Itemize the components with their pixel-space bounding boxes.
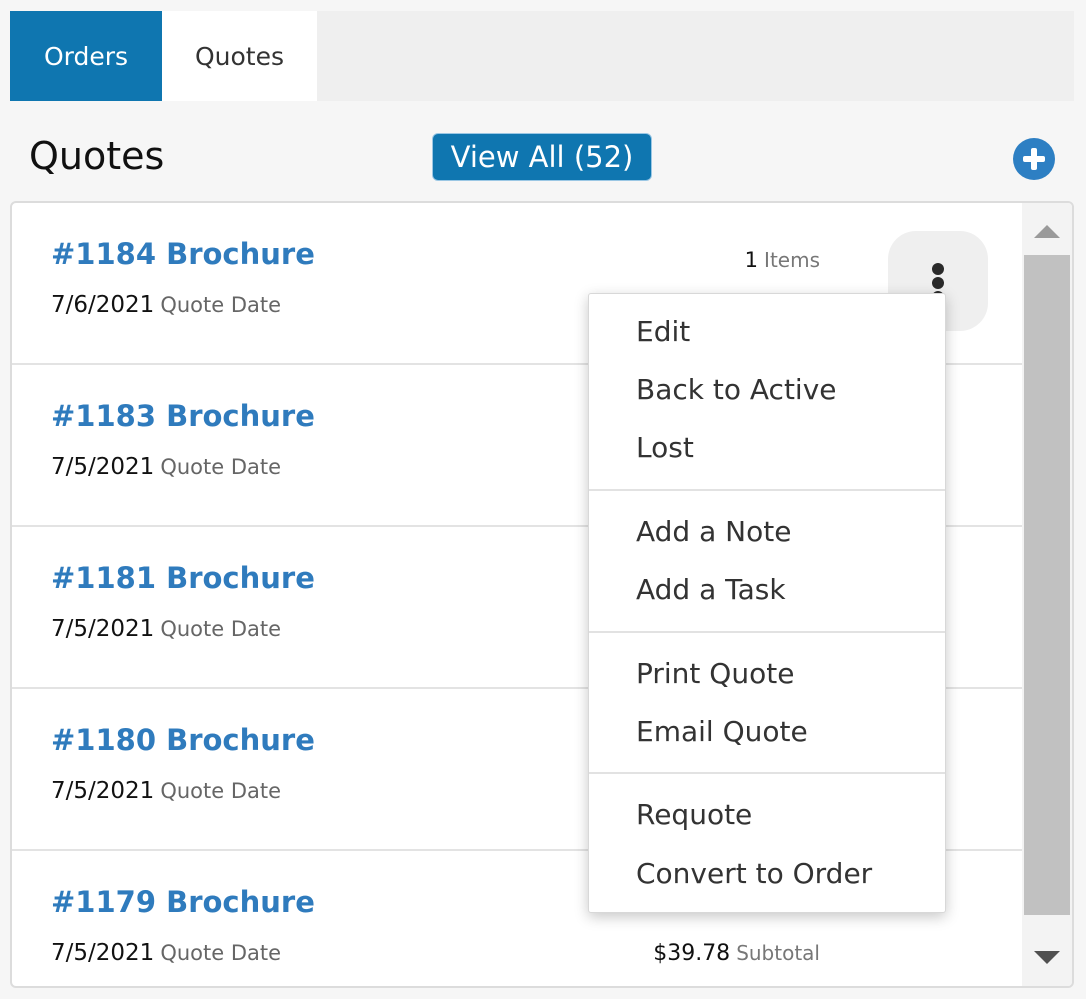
quote-date-value: 7/5/2021 <box>51 454 155 480</box>
tab-bar: Orders Quotes <box>10 11 1074 101</box>
kebab-dot <box>932 277 944 289</box>
quote-title[interactable]: #1183 Brochure <box>51 399 315 433</box>
plus-circle-icon[interactable] <box>1013 138 1055 180</box>
menu-item-edit[interactable]: Edit <box>636 314 690 350</box>
menu-item-email-quote[interactable]: Email Quote <box>636 714 808 750</box>
triangle-down-icon[interactable] <box>1034 951 1060 964</box>
quote-date-label: Quote Date <box>160 941 282 965</box>
items-count-value: 1 <box>744 248 759 272</box>
items-count: 1 Items <box>745 248 820 272</box>
quote-date-label: Quote Date <box>160 617 282 641</box>
quote-date-value: 7/5/2021 <box>51 616 155 642</box>
quote-actions-menu: Edit Back to Active Lost Add a Note Add … <box>588 293 946 913</box>
items-count-label: Items <box>764 248 820 272</box>
menu-item-convert-to-order[interactable]: Convert to Order <box>636 856 872 892</box>
menu-item-lost[interactable]: Lost <box>636 430 694 466</box>
tab-quotes[interactable]: Quotes <box>162 11 317 101</box>
quote-date: 7/6/2021 Quote Date <box>51 292 281 318</box>
tab-orders[interactable]: Orders <box>10 11 162 101</box>
quote-date-value: 7/5/2021 <box>51 778 155 804</box>
menu-item-back-to-active[interactable]: Back to Active <box>636 372 837 408</box>
menu-item-requote[interactable]: Requote <box>636 797 752 833</box>
menu-divider <box>589 489 945 491</box>
menu-item-add-task[interactable]: Add a Task <box>636 572 786 608</box>
menu-divider <box>589 772 945 774</box>
menu-item-add-note[interactable]: Add a Note <box>636 514 791 550</box>
quote-date: 7/5/2021 Quote Date <box>51 454 281 480</box>
quote-title[interactable]: #1181 Brochure <box>51 561 315 595</box>
quote-title[interactable]: #1184 Brochure <box>51 237 315 271</box>
view-all-button[interactable]: View All (52) <box>432 133 652 181</box>
quote-date-value: 7/5/2021 <box>51 940 155 966</box>
quote-date-value: 7/6/2021 <box>51 292 155 318</box>
quote-title[interactable]: #1180 Brochure <box>51 723 315 757</box>
scrollbar[interactable] <box>1022 203 1072 986</box>
quote-date-label: Quote Date <box>160 779 282 803</box>
quote-date: 7/5/2021 Quote Date <box>51 778 281 804</box>
kebab-dot <box>932 263 944 275</box>
subtotal-value: $39.78 <box>653 941 731 966</box>
subtotal-label: Subtotal <box>736 941 820 965</box>
quote-date: 7/5/2021 Quote Date <box>51 940 281 966</box>
subtotal: $39.78 Subtotal <box>653 941 820 966</box>
menu-item-print-quote[interactable]: Print Quote <box>636 656 794 692</box>
menu-divider <box>589 631 945 633</box>
quote-date-label: Quote Date <box>160 293 282 317</box>
quote-title[interactable]: #1179 Brochure <box>51 885 315 919</box>
triangle-up-icon[interactable] <box>1034 225 1060 238</box>
quote-date-label: Quote Date <box>160 455 282 479</box>
quote-date: 7/5/2021 Quote Date <box>51 616 281 642</box>
page-title: Quotes <box>29 134 165 178</box>
scrollbar-thumb[interactable] <box>1024 255 1070 915</box>
